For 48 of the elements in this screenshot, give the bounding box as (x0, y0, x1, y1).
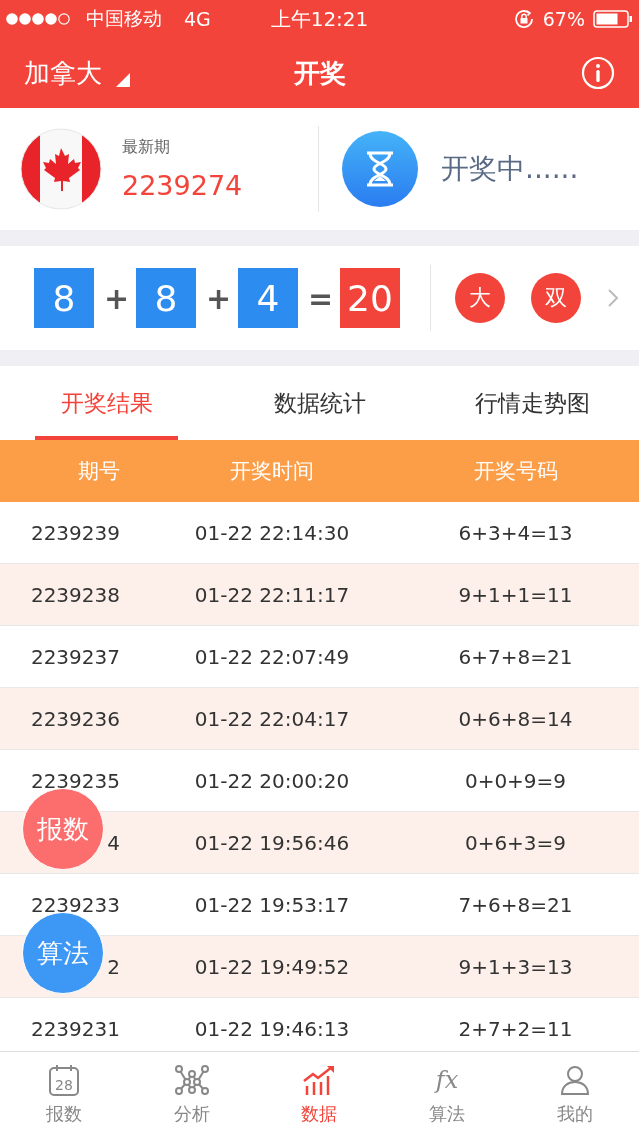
tab-bar-item[interactable]: 分析 (127, 1052, 256, 1136)
table-cell-text: 2239238 (29, 582, 121, 607)
table-cell-text: 4 (106, 830, 121, 855)
table-cell-text: 2239236 (29, 706, 121, 731)
table-cell-text: 2239231 (29, 1016, 121, 1041)
tab-bar-item[interactable]: 28 报数 (0, 1052, 128, 1136)
table-cell-text: 0+6+8=14 (457, 706, 574, 731)
column-header: 期号 (77, 458, 121, 485)
table-cell-text: 01-22 22:14:30 (193, 520, 351, 545)
table-cell-text: 01-22 19:53:17 (193, 892, 351, 917)
region-selector[interactable]: 加拿大 (24, 55, 221, 91)
table-cell-text: 01-22 22:04:17 (193, 706, 351, 731)
table-cell-text: 2 (106, 954, 121, 979)
latest-issue-number: 2239274 (122, 170, 243, 201)
table-cell-text: 6+3+4=13 (457, 520, 574, 545)
table-cell-text: 0+6+3=9 (463, 830, 568, 855)
table-cell-text: 0+0+9=9 (463, 768, 568, 793)
table-cell-text: 2+7+2=11 (457, 1016, 574, 1041)
tab-bar-item[interactable]: fx 算法 (383, 1052, 512, 1136)
tab-bar-item[interactable]: 我的 (511, 1052, 639, 1136)
table-cell-text: 9+1+3=13 (457, 954, 574, 979)
column-header: 开奖时间 (229, 458, 315, 485)
result-tag: 双 (531, 273, 581, 323)
clock: 上午12:21 (269, 5, 370, 33)
table-cell-text: 9+1+1=11 (457, 582, 574, 607)
tab-bar-item[interactable]: 数据 (255, 1052, 384, 1136)
page-title: 开奖 (292, 56, 347, 90)
result-tag: 大 (455, 273, 505, 323)
table-cell-text: 2239237 (29, 644, 121, 669)
plus-sign: + (206, 280, 228, 316)
table-cell-text: 6+7+8=21 (457, 644, 574, 669)
latest-label: 最新期 (122, 137, 171, 158)
column-header: 开奖号码 (472, 458, 559, 485)
table-cell-text: 01-22 19:56:46 (193, 830, 351, 855)
table-cell-text: 01-22 20:00:20 (193, 768, 351, 793)
draw-status: 开奖中...... (441, 151, 579, 187)
equals-sign: = (308, 280, 330, 316)
table-cell-text: 01-22 19:49:52 (193, 954, 351, 979)
table-cell-text: 2239239 (29, 520, 121, 545)
network-type: 4G (184, 8, 211, 30)
table-cell-text: 01-22 22:11:17 (193, 582, 351, 607)
carrier: 中国移动 (86, 6, 162, 31)
plus-sign: + (104, 280, 126, 316)
formula-icon: fx (429, 1062, 466, 1098)
battery-percent: 67% (542, 8, 585, 30)
table-cell-text: 7+6+8=21 (457, 892, 574, 917)
table-cell-text: 01-22 19:46:13 (193, 1016, 351, 1041)
table-cell-text: 01-22 22:07:49 (193, 644, 351, 669)
